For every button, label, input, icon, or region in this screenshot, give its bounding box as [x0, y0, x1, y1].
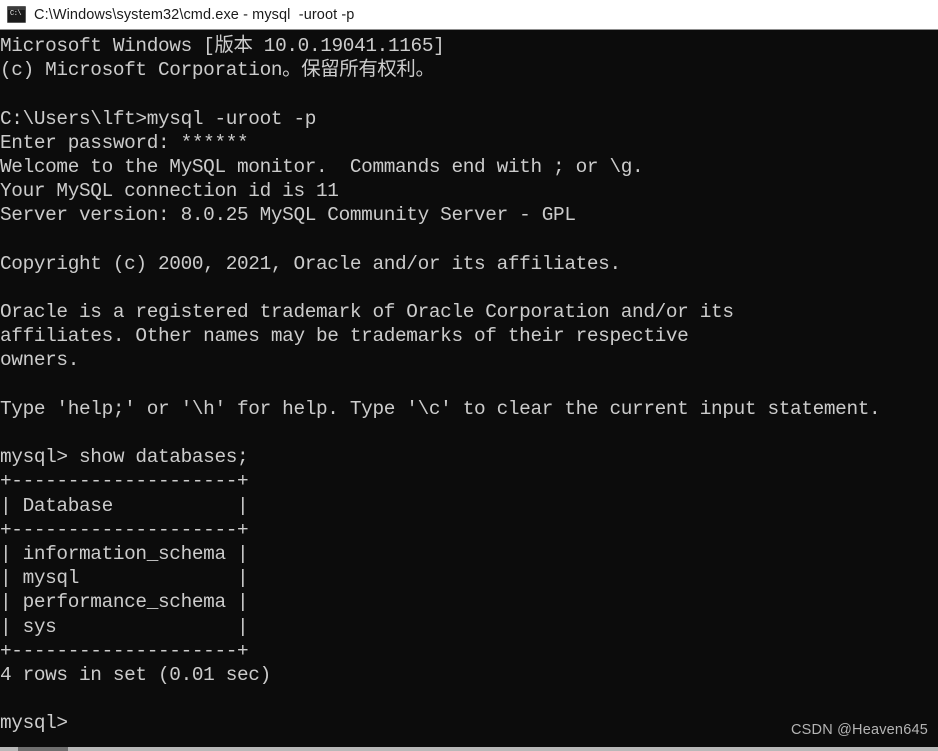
- taskbar-nub: [18, 747, 68, 751]
- console-line: | information_schema |: [0, 542, 249, 565]
- csdn-watermark: CSDN @Heaven645: [790, 722, 928, 738]
- console-line: +--------------------+: [0, 518, 249, 541]
- console-line: | Database |: [0, 494, 249, 517]
- window-titlebar[interactable]: C:\ C:\Windows\system32\cmd.exe - mysql …: [0, 0, 938, 30]
- console-line: +--------------------+: [0, 639, 249, 662]
- console-line: | performance_schema |: [0, 591, 249, 614]
- console-line: +--------------------+: [0, 470, 249, 493]
- console-line: Server version: 8.0.25 MySQL Community S…: [0, 204, 576, 227]
- console-line: owners.: [0, 349, 80, 372]
- console-line: C:\Users\lft>mysql -uroot -p: [0, 107, 317, 130]
- console-line: Oracle is a registered trademark of Orac…: [0, 301, 734, 324]
- console-line: Your MySQL connection id is 11: [0, 180, 339, 203]
- console-output: Microsoft Windows [版本 10.0.19041.1165] (c…: [0, 34, 938, 735]
- cmd-icon-prompt-glyph: C:\: [10, 10, 22, 18]
- window-title-text: C:\Windows\system32\cmd.exe - mysql -uro…: [34, 6, 355, 23]
- console-line: | mysql |: [0, 567, 249, 590]
- cmd-window: C:\ C:\Windows\system32\cmd.exe - mysql …: [0, 0, 938, 751]
- console-line: Copyright (c) 2000, 2021, Oracle and/or …: [0, 252, 621, 275]
- console-line: affiliates. Other names may be trademark…: [0, 325, 689, 348]
- window-bottom-edge: [0, 747, 938, 751]
- console-line: Welcome to the MySQL monitor. Commands e…: [0, 155, 644, 178]
- terminal-screen[interactable]: Microsoft Windows [版本 10.0.19041.1165] (c…: [0, 30, 938, 751]
- console-line: Enter password: ******: [0, 131, 249, 154]
- console-line: Microsoft Windows [版本 10.0.19041.1165]: [0, 35, 445, 57]
- console-line: mysql> show databases;: [0, 446, 249, 469]
- console-line: Type 'help;' or '\h' for help. Type '\c'…: [0, 397, 881, 420]
- console-line: | sys |: [0, 615, 249, 638]
- console-line: (c) Microsoft Corporation。保留所有权利。: [0, 59, 435, 82]
- console-line: 4 rows in set (0.01 sec): [0, 663, 271, 686]
- cmd-console-icon: C:\: [7, 6, 26, 23]
